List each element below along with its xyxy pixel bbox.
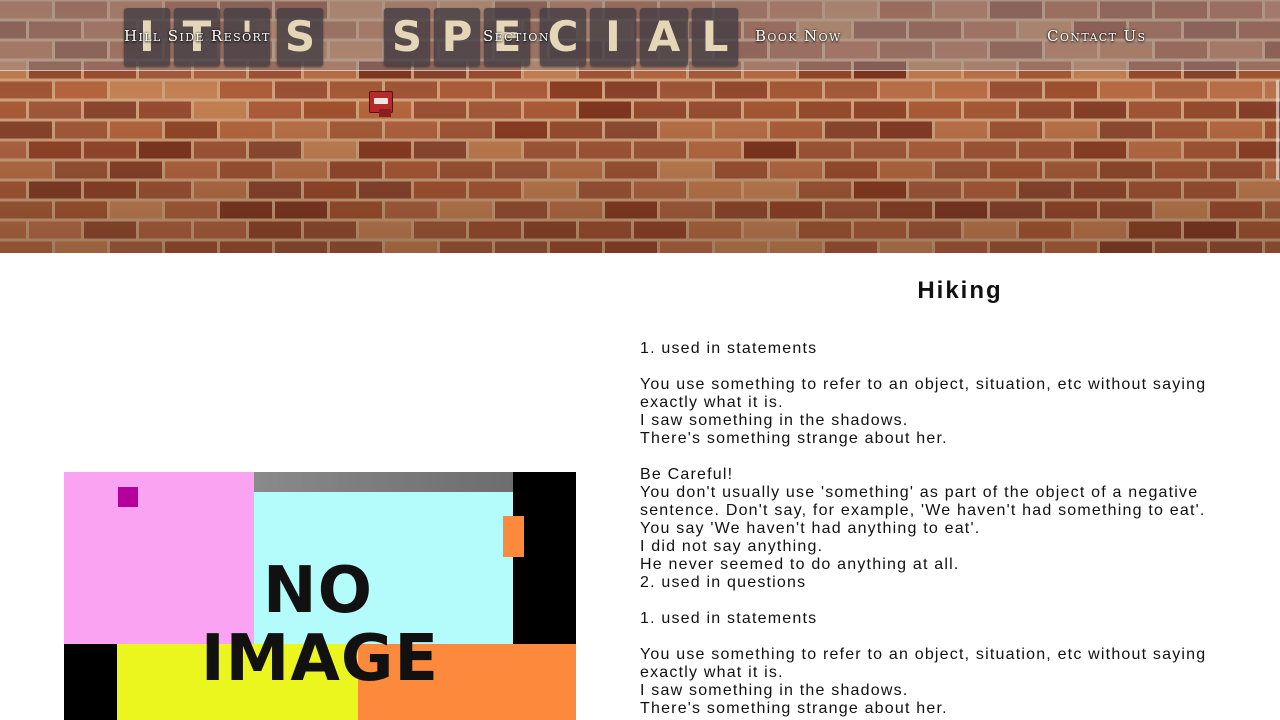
banner-tile: S: [277, 8, 323, 66]
article-text-line: sentence. Don't say, for example, 'We ha…: [640, 502, 1206, 519]
article-text-line: There's something strange about her.: [640, 430, 948, 447]
article-body: 1. used in statements You use something t…: [640, 340, 1270, 718]
article-text-line: exactly what it is.: [640, 394, 784, 411]
nav-link-contact-us[interactable]: Contact Us: [1047, 25, 1147, 47]
article-text-line: You use something to refer to an object,…: [640, 646, 1207, 663]
banner-tile: L: [692, 8, 738, 66]
nav-link-book-now[interactable]: Book Now: [755, 25, 842, 47]
article-text-line: Be Careful!: [640, 466, 734, 483]
article-text-line: You say 'We haven't had anything to eat'…: [640, 520, 981, 537]
no-image-label-line2: IMAGE: [200, 622, 440, 696]
article-text-line: There's something strange about her.: [640, 700, 948, 717]
placeholder-orange-tab: [503, 516, 524, 557]
article-text-line: I saw something in the shadows.: [640, 412, 909, 429]
no-image-label-line1: NO: [263, 554, 373, 628]
article-text-line: 2. used in questions: [640, 574, 807, 591]
banner-tile: I: [590, 8, 636, 66]
article-title: Hiking: [917, 277, 1003, 304]
top-navigation-bar: I T ' S S P E C I A L Hill Side Resort S…: [0, 0, 1280, 71]
no-image-placeholder: NO IMAGE: [64, 472, 576, 720]
fire-alarm-icon: [369, 91, 393, 117]
article-text-line: 1. used in statements: [640, 610, 818, 627]
article-text-line: He never seemed to do anything at all.: [640, 556, 960, 573]
banner-tile: S: [384, 8, 430, 66]
article-text-line: 1. used in statements: [640, 340, 818, 357]
article-text-line: You use something to refer to an object,…: [640, 376, 1207, 393]
article-text-line: I saw something in the shadows.: [640, 682, 909, 699]
hero-banner: I T ' S S P E C I A L Hill Side Resort S…: [0, 0, 1280, 253]
placeholder-magenta-square: [118, 487, 138, 507]
scrollbar[interactable]: [1276, 80, 1279, 180]
placeholder-gray-strip: [254, 472, 513, 492]
nav-link-section[interactable]: Section: [483, 25, 550, 47]
banner-tile: A: [640, 8, 688, 66]
article-text-line: You don't usually use 'something' as par…: [640, 484, 1199, 501]
article-text-line: exactly what it is.: [640, 664, 784, 681]
nav-link-hill-side-resort[interactable]: Hill Side Resort: [124, 25, 271, 47]
banner-tile: P: [434, 8, 480, 66]
article-text-line: I did not say anything.: [640, 538, 824, 555]
